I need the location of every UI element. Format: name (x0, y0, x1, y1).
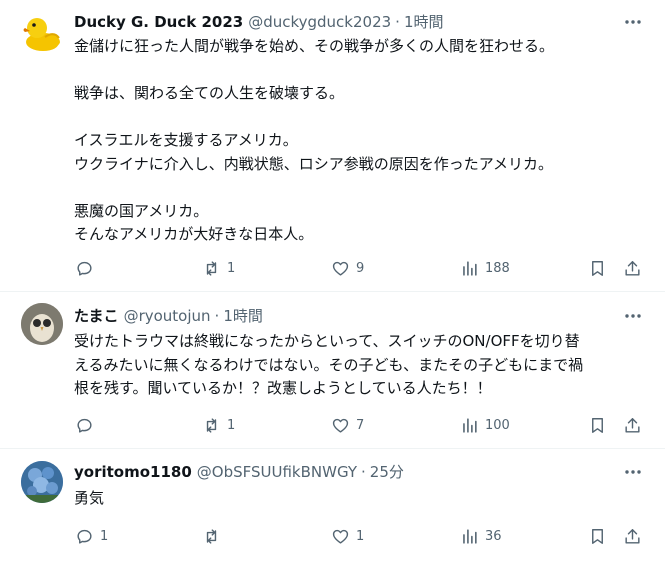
text-line: ウクライナに介入し、内戦状態、ロシア参戦の原因を作ったアメリカ。 (74, 154, 553, 173)
share-button[interactable] (623, 525, 642, 547)
bookmark-icon (592, 417, 603, 433)
share-icon (625, 528, 640, 544)
post-text: 受けたトラウマは終戦になったからといって、スイッチのON/OFFを切り替 えるみ… (74, 330, 644, 401)
post-header: yoritomo1180 @ObSFSUUfikBNWGY · 25分 (74, 461, 404, 483)
repost-icon (206, 260, 217, 276)
action-bar: 1 7 100 (74, 414, 645, 436)
more-icon (625, 20, 641, 24)
bookmark-button[interactable] (588, 525, 607, 547)
flower-avatar-image (21, 461, 63, 503)
like-button[interactable]: 1 (331, 525, 364, 547)
bookmark-icon (592, 260, 603, 276)
avatar[interactable] (21, 461, 63, 503)
text-line: 金儲けに狂った人間が戦争を始め、その戦争が多くの人間を狂わせる。 (74, 37, 555, 55)
repost-button[interactable] (202, 525, 227, 547)
heart-icon (332, 418, 349, 433)
like-button[interactable]: 7 (331, 414, 364, 436)
action-bar: 1 9 188 (74, 257, 645, 279)
like-button[interactable]: 9 (331, 257, 364, 279)
text-line: そんなアメリカが大好きな日本人。 (74, 225, 314, 243)
heart-icon (332, 529, 349, 544)
timestamp[interactable]: 1時間 (223, 305, 263, 327)
more-icon (625, 314, 641, 318)
bookmark-button[interactable] (588, 257, 607, 279)
display-name[interactable]: yoritomo1180 (74, 461, 192, 483)
more-button[interactable] (623, 306, 643, 326)
more-button[interactable] (623, 12, 643, 32)
post[interactable]: Ducky G. Duck 2023 @duckygduck2023 · 1時間… (0, 0, 665, 292)
post-text: 金儲けに狂った人間が戦争を始め、その戦争が多くの人間を狂わせる。 戦争は、関わる… (74, 35, 644, 247)
repost-button[interactable]: 1 (202, 257, 235, 279)
text-line: えるみたいに無くなるわけではない。その子ども、またその子どもにまで禍 (74, 355, 584, 374)
view-count: 36 (485, 528, 502, 544)
owl-avatar-image (21, 303, 63, 345)
repost-icon (206, 528, 217, 544)
text-line: 受けたトラウマは終戦になったからといって、スイッチのON/OFFを切り替 (74, 332, 580, 350)
timestamp[interactable]: 1時間 (404, 11, 444, 33)
post-text: 勇気 (74, 487, 644, 511)
views-icon (463, 260, 477, 276)
share-icon (625, 260, 640, 276)
reply-icon (77, 529, 92, 544)
post[interactable]: たまこ @ryoutojun · 1時間 受けたトラウマは終戦になったからといっ… (0, 292, 665, 449)
display-name[interactable]: Ducky G. Duck 2023 (74, 11, 243, 33)
display-name[interactable]: たまこ (74, 305, 119, 327)
reply-button[interactable]: 1 (75, 525, 108, 547)
share-button[interactable] (623, 414, 642, 436)
view-count: 100 (485, 417, 510, 433)
repost-count: 1 (227, 260, 236, 276)
text-line: 勇気 (74, 489, 105, 507)
post[interactable]: yoritomo1180 @ObSFSUUfikBNWGY · 25分 勇気 1… (0, 449, 665, 565)
separator-dot: · (395, 13, 400, 31)
repost-button[interactable]: 1 (202, 414, 235, 436)
separator-dot: · (361, 463, 366, 481)
more-icon (625, 470, 641, 474)
post-header: たまこ @ryoutojun · 1時間 (74, 305, 263, 327)
text-line: 悪魔の国アメリカ。 (74, 201, 209, 220)
like-count: 9 (356, 260, 365, 276)
text-line: 戦争は、関わる全ての人生を破壊する。 (74, 84, 345, 102)
views-button[interactable]: 188 (460, 257, 510, 279)
views-button[interactable]: 100 (460, 414, 510, 436)
repost-icon (206, 417, 217, 433)
user-handle[interactable]: @duckygduck2023 (248, 11, 391, 33)
text-line: イスラエルを支援するアメリカ。 (74, 131, 298, 149)
view-count: 188 (485, 260, 510, 276)
reply-icon (77, 418, 92, 433)
repost-count: 1 (227, 417, 236, 433)
action-bar: 1 1 36 (74, 525, 645, 547)
duck-avatar-image (23, 18, 60, 51)
reply-count: 1 (100, 528, 109, 544)
text-line: 根を残す。聞いているか！？改憲しようとしている人たち！！ (74, 379, 492, 397)
more-button[interactable] (623, 462, 643, 482)
share-button[interactable] (623, 257, 642, 279)
views-icon (463, 528, 477, 544)
avatar[interactable] (21, 303, 63, 345)
like-count: 7 (356, 417, 365, 433)
views-button[interactable]: 36 (460, 525, 502, 547)
avatar[interactable] (21, 11, 63, 53)
heart-icon (332, 261, 349, 276)
share-icon (625, 417, 640, 433)
user-handle[interactable]: @ObSFSUUfikBNWGY (197, 461, 357, 483)
post-header: Ducky G. Duck 2023 @duckygduck2023 · 1時間 (74, 11, 444, 33)
reply-button[interactable] (75, 257, 100, 279)
user-handle[interactable]: @ryoutojun (124, 305, 211, 327)
views-icon (463, 417, 477, 433)
like-count: 1 (356, 528, 365, 544)
bookmark-icon (592, 528, 603, 544)
separator-dot: · (214, 307, 220, 325)
reply-icon (77, 261, 92, 276)
reply-button[interactable] (75, 414, 100, 436)
timestamp[interactable]: 25分 (370, 461, 404, 483)
bookmark-button[interactable] (588, 414, 607, 436)
